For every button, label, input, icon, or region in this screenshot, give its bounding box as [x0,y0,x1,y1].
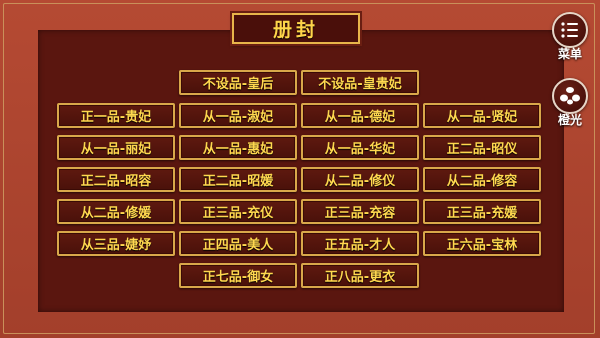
rank-button-lifei[interactable]: 从一品-丽妃 [57,135,175,160]
rank-button-huifei[interactable]: 从一品-惠妃 [179,135,297,160]
rank-button-huangguifei[interactable]: 不设品-皇贵妃 [301,70,419,95]
menu-button[interactable] [552,12,588,48]
rank-button-xianfei[interactable]: 从一品-贤妃 [423,103,541,128]
menu-label: 菜单 [557,47,582,61]
page-title: 册封 [272,19,319,41]
rank-button-gengyi[interactable]: 正八品-更衣 [301,263,419,288]
rank-button-meiren[interactable]: 正四品-美人 [179,231,297,256]
rank-button-baolin[interactable]: 正六品-宝林 [423,231,541,256]
title-plaque: 册封 [232,13,360,44]
rank-button-defei[interactable]: 从一品-德妃 [301,103,419,128]
rank-button-jieyu[interactable]: 从三品-婕妤 [57,231,175,256]
rank-button-xiuyi[interactable]: 从二品-修仪 [301,167,419,192]
rank-button-cairen[interactable]: 正五品-才人 [301,231,419,256]
rank-button-xiurong[interactable]: 从二品-修容 [423,167,541,192]
rank-button-zhaorong[interactable]: 正二品-昭容 [57,167,175,192]
rank-button-zhaoyuan[interactable]: 正二品-昭媛 [179,167,297,192]
orange-light-logo-icon [560,87,580,105]
rank-button-zhaoyi[interactable]: 正二品-昭仪 [423,135,541,160]
rank-button-huafei[interactable]: 从一品-华妃 [301,135,419,160]
rank-button-yunu[interactable]: 正七品-御女 [179,263,297,288]
rank-button-xiuyuan[interactable]: 从二品-修媛 [57,199,175,224]
rank-button-huanghou[interactable]: 不设品-皇后 [179,70,297,95]
rank-button-shufei[interactable]: 从一品-淑妃 [179,103,297,128]
rank-button-chongyi[interactable]: 正三品-充仪 [179,199,297,224]
orange-light-label: 橙光 [557,113,582,127]
list-icon [561,22,578,38]
rank-button-guifei[interactable]: 正一品-贵妃 [57,103,175,128]
orange-light-button[interactable] [552,78,588,114]
rank-button-chongyuan[interactable]: 正三品-充媛 [423,199,541,224]
rank-button-chongrong[interactable]: 正三品-充容 [301,199,419,224]
